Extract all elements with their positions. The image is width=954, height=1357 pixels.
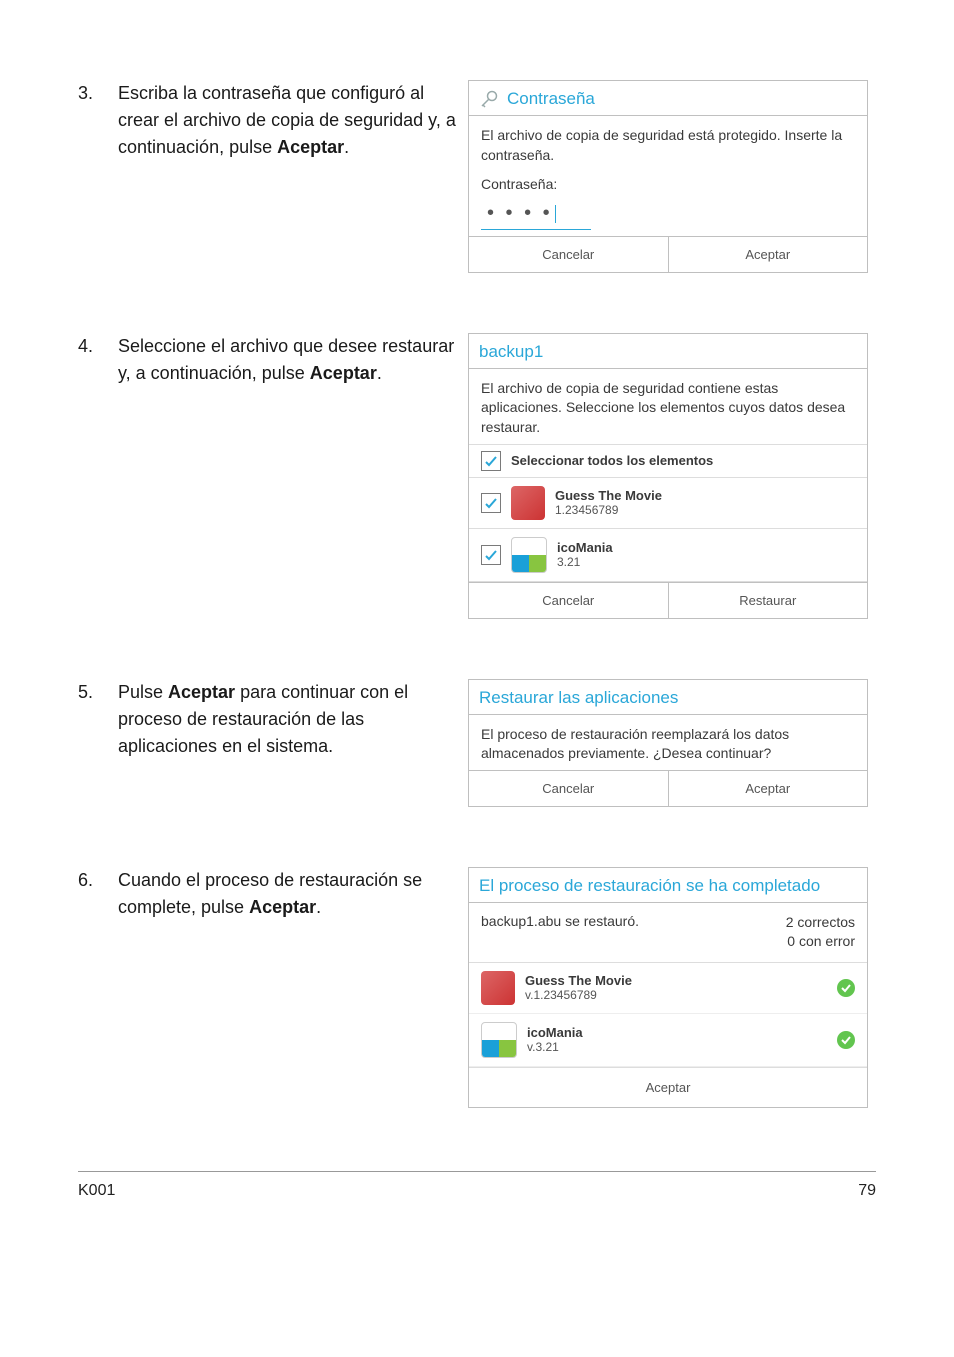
page-footer: K001 79: [78, 1171, 876, 1200]
step-3-post: .: [344, 137, 349, 157]
step-3-text: Escriba la contraseña que configuró al c…: [118, 80, 468, 161]
step-5-row: 5. Pulse Aceptar para continuar con el p…: [78, 679, 876, 807]
step-6-instruction: 6. Cuando el proceso de restauración se …: [78, 867, 468, 921]
check-icon: [840, 1034, 852, 1046]
confirm-dialog-title: Restaurar las aplicaciones: [479, 688, 678, 708]
check-icon: [840, 982, 852, 994]
accept-button[interactable]: Aceptar: [668, 237, 868, 272]
confirm-dialog-header: Restaurar las aplicaciones: [469, 680, 867, 715]
done-status-counts: 2 correctos 0 con error: [786, 913, 855, 952]
app-icon-icomania: [481, 1022, 517, 1058]
app-icon-icomania: [511, 537, 547, 573]
step-6-text: Cuando el proceso de restauración se com…: [118, 867, 468, 921]
success-badge: [837, 1031, 855, 1049]
select-all-checkbox[interactable]: [481, 451, 501, 471]
password-dialog-title: Contraseña: [507, 89, 595, 109]
step-3-instruction: 3. Escriba la contraseña que configuró a…: [78, 80, 468, 161]
accept-button[interactable]: Aceptar: [469, 1067, 867, 1107]
accept-button[interactable]: Aceptar: [668, 771, 868, 806]
step-6-post: .: [316, 897, 321, 917]
app-version-0: 1.23456789: [555, 503, 662, 517]
password-dialog-header: Contraseña: [469, 81, 867, 116]
app-checkbox-0[interactable]: [481, 493, 501, 513]
backup-dialog-buttons: Cancelar Restaurar: [469, 582, 867, 618]
done-app-row-0: Guess The Movie v.1.23456789: [469, 963, 867, 1014]
backup-dialog-header: backup1: [469, 334, 867, 369]
done-app-name-1: icoMania: [527, 1025, 583, 1040]
step-3-row: 3. Escriba la contraseña que configuró a…: [78, 80, 876, 273]
done-app-version-0: v.1.23456789: [525, 988, 632, 1002]
done-status-row: backup1.abu se restauró. 2 correctos 0 c…: [469, 903, 867, 963]
password-dialog-message: El archivo de copia de seguridad está pr…: [481, 126, 855, 165]
step-5-pre: Pulse: [118, 682, 168, 702]
check-icon: [484, 548, 498, 562]
backup-dialog: backup1 El archivo de copia de seguridad…: [468, 333, 868, 619]
select-all-row[interactable]: Seleccionar todos los elementos: [469, 444, 867, 478]
step-3-number: 3.: [78, 80, 118, 161]
step-5-instruction: 5. Pulse Aceptar para continuar con el p…: [78, 679, 468, 760]
app-checkbox-1[interactable]: [481, 545, 501, 565]
done-dialog-title: El proceso de restauración se ha complet…: [479, 876, 820, 896]
app-icon-movie: [481, 971, 515, 1005]
app-row-1[interactable]: icoMania 3.21: [469, 529, 867, 582]
confirm-dialog-body: El proceso de restauración reemplazará l…: [469, 715, 867, 770]
step-5-text: Pulse Aceptar para continuar con el proc…: [118, 679, 468, 760]
step-4-instruction: 4. Seleccione el archivo que desee resta…: [78, 333, 468, 387]
step-4-number: 4.: [78, 333, 118, 387]
step-5-number: 5.: [78, 679, 118, 760]
step-4-post: .: [377, 363, 382, 383]
done-app-left-1: icoMania v.3.21: [481, 1022, 583, 1058]
password-dialog-buttons: Cancelar Aceptar: [469, 236, 867, 272]
step-4-bold: Aceptar: [310, 363, 377, 383]
done-app-version-1: v.3.21: [527, 1040, 583, 1054]
app-name-0: Guess The Movie: [555, 488, 662, 503]
app-icon-movie: [511, 486, 545, 520]
app-meta-1: icoMania 3.21: [557, 540, 613, 569]
password-input[interactable]: • • • •: [481, 197, 591, 230]
success-badge: [837, 979, 855, 997]
confirm-dialog-message: El proceso de restauración reemplazará l…: [481, 725, 855, 764]
confirm-dialog: Restaurar las aplicaciones El proceso de…: [468, 679, 868, 807]
app-version-1: 3.21: [557, 555, 613, 569]
done-app-name-0: Guess The Movie: [525, 973, 632, 988]
cancel-button[interactable]: Cancelar: [469, 771, 668, 806]
step-6-bold: Aceptar: [249, 897, 316, 917]
cancel-button[interactable]: Cancelar: [469, 583, 668, 618]
step-5-bold: Aceptar: [168, 682, 235, 702]
page: 3. Escriba la contraseña que configuró a…: [0, 0, 954, 1240]
done-app-row-1: icoMania v.3.21: [469, 1014, 867, 1067]
done-status-ok: 2 correctos: [786, 913, 855, 933]
app-meta-0: Guess The Movie 1.23456789: [555, 488, 662, 517]
step-6-number: 6.: [78, 867, 118, 921]
check-icon: [484, 454, 498, 468]
app-row-0[interactable]: Guess The Movie 1.23456789: [469, 478, 867, 529]
done-status-err: 0 con error: [786, 932, 855, 952]
step-4-pre: Seleccione el archivo que desee restaura…: [118, 336, 454, 383]
password-label: Contraseña:: [481, 175, 855, 195]
done-app-meta-1: icoMania v.3.21: [527, 1025, 583, 1054]
footer-model: K001: [78, 1182, 115, 1200]
step-6-row: 6. Cuando el proceso de restauración se …: [78, 867, 876, 1108]
done-dialog: El proceso de restauración se ha complet…: [468, 867, 868, 1108]
confirm-dialog-buttons: Cancelar Aceptar: [469, 770, 867, 806]
step-4-row: 4. Seleccione el archivo que desee resta…: [78, 333, 876, 619]
password-dialog: Contraseña El archivo de copia de seguri…: [468, 80, 868, 273]
restore-button[interactable]: Restaurar: [668, 583, 868, 618]
done-app-meta-0: Guess The Movie v.1.23456789: [525, 973, 632, 1002]
footer-page-number: 79: [858, 1182, 876, 1200]
app-name-1: icoMania: [557, 540, 613, 555]
backup-dialog-title: backup1: [479, 342, 543, 362]
select-all-label: Seleccionar todos los elementos: [511, 453, 713, 468]
key-icon: [479, 89, 499, 109]
done-app-left-0: Guess The Movie v.1.23456789: [481, 971, 632, 1005]
step-4-text: Seleccione el archivo que desee restaura…: [118, 333, 468, 387]
check-icon: [484, 496, 498, 510]
step-3-bold: Aceptar: [277, 137, 344, 157]
done-dialog-header: El proceso de restauración se ha complet…: [469, 868, 867, 903]
password-dialog-body: El archivo de copia de seguridad está pr…: [469, 116, 867, 236]
done-status-file: backup1.abu se restauró.: [481, 913, 639, 952]
cancel-button[interactable]: Cancelar: [469, 237, 668, 272]
backup-dialog-message: El archivo de copia de seguridad contien…: [481, 379, 855, 438]
backup-dialog-body: El archivo de copia de seguridad contien…: [469, 369, 867, 444]
